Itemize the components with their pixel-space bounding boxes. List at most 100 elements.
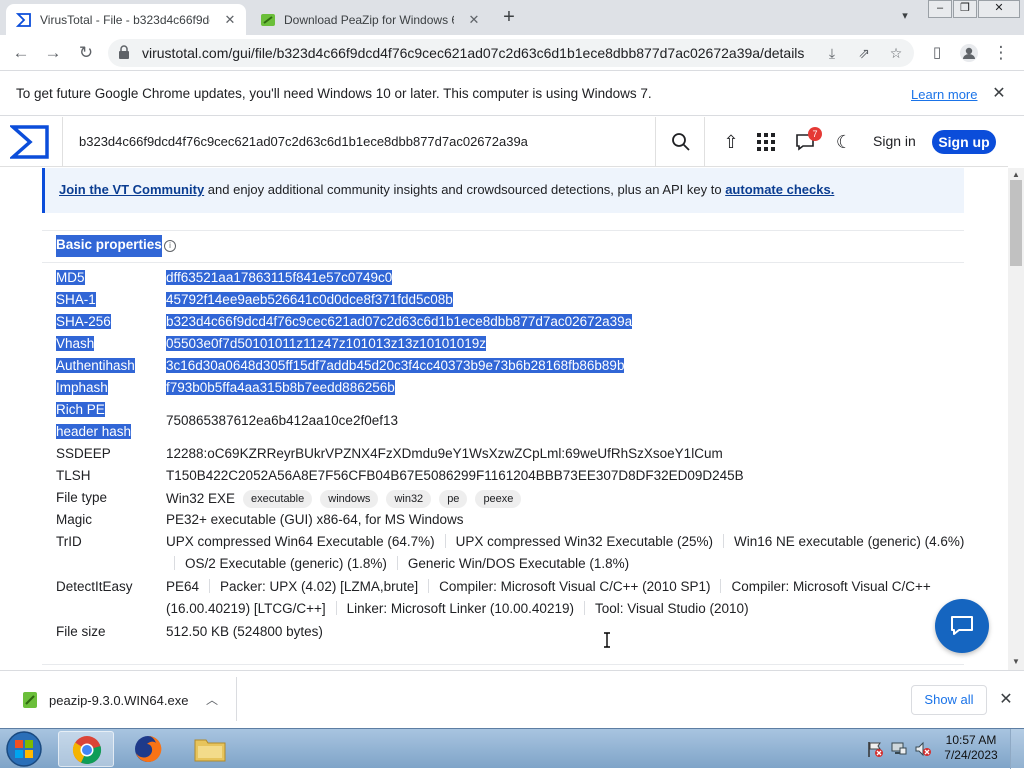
system-clock[interactable]: 10:57 AM 7/24/2023 <box>940 733 1002 763</box>
download-item[interactable]: peazip-9.3.0.WIN64.exe ︿ <box>14 680 236 720</box>
filetype-value: Win32 EXE executable windows win32 pe peexe <box>166 490 522 508</box>
authentihash-value: 3c16d30a0648d305ff15df7addb45d20c3f4cc40… <box>166 358 625 373</box>
chevron-up-icon[interactable]: ︿ <box>204 691 220 707</box>
tag-chip[interactable]: executable <box>243 490 313 508</box>
sign-in-link[interactable]: Sign in <box>873 133 916 149</box>
filetype-text: Win32 EXE <box>166 491 236 506</box>
die-entry: Linker: Microsoft Linker (10.00.40219) <box>346 601 574 616</box>
infobar-close-icon[interactable]: ✕ <box>990 83 1008 103</box>
bookmark-star-icon[interactable]: ☆ <box>886 43 906 63</box>
virustotal-header: b323d4c66f9dcd4f76c9cec621ad07c2d63c6d1b… <box>0 117 1008 167</box>
learn-more-link[interactable]: Learn more <box>911 87 977 102</box>
share-icon[interactable]: ⇗ <box>854 43 874 63</box>
property-label: File type <box>56 490 108 505</box>
forward-arrow-icon[interactable]: → <box>42 42 64 64</box>
join-community-link[interactable]: Join the VT Community <box>59 182 204 197</box>
network-icon[interactable] <box>890 740 908 758</box>
back-arrow-icon[interactable]: ← <box>10 42 32 64</box>
divider <box>42 664 964 665</box>
property-row-filesize: File size 512.50 KB (524800 bytes) <box>56 621 956 643</box>
property-row-tlsh: TLSH T150B422C2052A56A8E7F56CFB04B67E508… <box>56 465 956 487</box>
show-desktop-button[interactable] <box>1010 729 1024 769</box>
community-banner: Join the VT Community and enjoy addition… <box>42 168 964 213</box>
infobar-message: To get future Google Chrome updates, you… <box>16 86 652 101</box>
page-scrollbar[interactable]: ▲ ▼ <box>1008 168 1024 670</box>
search-input[interactable]: b323d4c66f9dcd4f76c9cec621ad07c2d63c6d1b… <box>79 134 528 149</box>
die-entry: Packer: UPX (4.02) [LZMA,brute] <box>220 579 419 594</box>
tag-chip[interactable]: windows <box>320 490 379 508</box>
apps-grid-icon[interactable] <box>754 130 778 154</box>
divider <box>42 230 964 231</box>
side-panel-icon[interactable]: ▯ <box>926 42 948 64</box>
property-label: SHA-1 <box>56 292 96 307</box>
file-search-field[interactable]: b323d4c66f9dcd4f76c9cec621ad07c2d63c6d1b… <box>62 117 654 167</box>
trid-line-1: UPX compressed Win64 Executable (64.7%) U… <box>166 534 964 549</box>
tab-search-chevron-icon[interactable]: ▾ <box>896 9 914 27</box>
sign-up-button[interactable]: Sign up <box>932 130 996 154</box>
magic-value: PE32+ executable (GUI) x86-64, for MS Wi… <box>166 512 464 527</box>
shelf-close-icon[interactable]: ✕ <box>996 690 1016 710</box>
chrome-icon <box>72 736 102 764</box>
browser-toolbar: ← → ↻ virustotal.com/gui/file/b323d4c66f… <box>0 35 1024 71</box>
taskbar-firefox[interactable] <box>120 731 176 767</box>
property-row-sha1: SHA-1 45792f14ee9aeb526641c0d0dce8f371fd… <box>56 289 956 311</box>
property-row-magic: Magic PE32+ executable (GUI) x86-64, for… <box>56 509 956 531</box>
tab-close-icon[interactable]: ✕ <box>222 12 238 28</box>
die-entry: Compiler: Microsoft Visual C/C++ <box>731 579 931 594</box>
clock-time: 10:57 AM <box>945 733 997 747</box>
property-label: Vhash <box>56 336 95 351</box>
search-icon <box>672 133 690 151</box>
search-button[interactable] <box>655 117 705 167</box>
dark-mode-moon-icon[interactable]: ☾ <box>832 130 856 154</box>
upload-icon[interactable]: ⇧ <box>719 130 743 154</box>
trid-entry: Win16 NE executable (generic) (4.6%) <box>734 534 965 549</box>
action-center-flag-icon[interactable] <box>866 740 884 758</box>
chat-bubble-icon <box>951 616 973 635</box>
automate-checks-link[interactable]: automate checks. <box>725 182 834 197</box>
property-row-richpe: Rich PE header hash 750865387612ea6b412a… <box>56 399 956 443</box>
basic-properties-heading: Basic properties <box>56 235 162 257</box>
taskbar-chrome[interactable] <box>58 731 114 767</box>
filesize-value: 512.50 KB (524800 bytes) <box>166 624 323 639</box>
reload-icon[interactable]: ↻ <box>75 42 97 64</box>
folder-icon <box>194 739 226 762</box>
address-bar[interactable]: virustotal.com/gui/file/b323d4c66f9dcd4f… <box>108 39 914 67</box>
taskbar-explorer[interactable] <box>182 731 238 767</box>
tag-chip[interactable]: peexe <box>475 490 522 508</box>
virustotal-favicon-icon <box>16 12 31 27</box>
tlsh-value: T150B422C2052A56A8E7F56CFB04B67E5086299F… <box>166 468 744 483</box>
install-app-icon[interactable]: ⤓ <box>822 43 842 63</box>
tab-close-icon[interactable]: ✕ <box>466 12 482 28</box>
minimize-button[interactable]: – <box>928 0 952 18</box>
window-close-button[interactable]: ✕ <box>978 0 1020 18</box>
profile-avatar-icon[interactable] <box>958 42 980 64</box>
update-infobar: To get future Google Chrome updates, you… <box>0 72 1024 116</box>
start-button-icon[interactable] <box>4 730 44 768</box>
tab-strip: VirusTotal - File - b323d4c66f9dc ✕ Down… <box>0 0 1024 35</box>
scroll-up-arrow-icon[interactable]: ▲ <box>1011 170 1021 180</box>
property-row-imphash: Imphash f793b0b5ffa4aa315b8b7eedd886256b <box>56 377 956 399</box>
url-text[interactable]: virustotal.com/gui/file/b323d4c66f9dcd4f… <box>142 45 804 61</box>
new-tab-button[interactable]: + <box>498 6 520 28</box>
restore-button[interactable]: ❐ <box>953 0 977 18</box>
details-content: Join the VT Community and enjoy addition… <box>0 168 1008 670</box>
virustotal-logo-icon[interactable] <box>10 124 50 160</box>
chat-button[interactable] <box>935 599 989 653</box>
tab-virustotal[interactable]: VirusTotal - File - b323d4c66f9dc ✕ <box>6 4 246 35</box>
scrollbar-thumb[interactable] <box>1010 180 1022 266</box>
property-row-sha256: SHA-256 b323d4c66f9dcd4f76c9cec621ad07c2… <box>56 311 956 333</box>
menu-kebab-icon[interactable]: ⋮ <box>990 42 1012 64</box>
scroll-down-arrow-icon[interactable]: ▼ <box>1011 657 1021 667</box>
die-entry: (16.00.40219) [LTCG/C++] <box>166 601 326 616</box>
volume-muted-icon[interactable] <box>914 740 932 758</box>
tag-chip[interactable]: pe <box>439 490 468 508</box>
info-icon[interactable]: i <box>164 240 176 252</box>
windows-taskbar: 10:57 AM 7/24/2023 <box>0 728 1024 769</box>
show-all-button[interactable]: Show all <box>911 685 987 715</box>
property-label: TrID <box>56 534 82 549</box>
notification-count-badge: 7 <box>808 127 822 141</box>
md5-value: dff63521aa17863115f841e57c0749c0 <box>166 270 393 285</box>
tag-chip[interactable]: win32 <box>386 490 432 508</box>
text-cursor-icon <box>603 632 611 648</box>
tab-peazip[interactable]: Download PeaZip for Windows 6 ✕ <box>250 4 490 35</box>
